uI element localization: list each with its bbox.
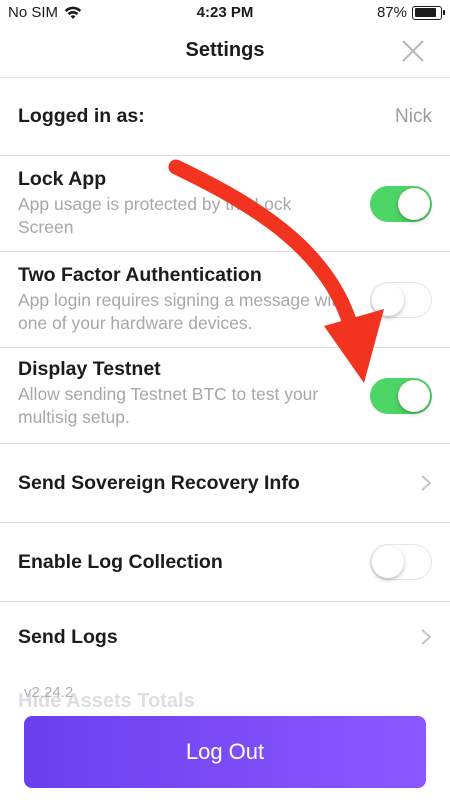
send-logs-label: Send Logs	[18, 625, 118, 648]
status-bar: No SIM 4:23 PM 87%	[0, 0, 450, 26]
battery-icon	[412, 5, 445, 20]
footer: Hide Assets Totals v2.24.2 Log Out	[0, 672, 450, 800]
chevron-right-icon	[421, 475, 432, 491]
display-testnet-toggle[interactable]	[370, 378, 432, 414]
two-factor-label: Two Factor Authentication	[18, 264, 262, 286]
close-icon[interactable]	[400, 38, 426, 64]
app-version: v2.24.2	[24, 684, 74, 701]
sovereign-recovery-label: Send Sovereign Recovery Info	[18, 471, 300, 494]
two-factor-row: Two Factor Authentication App login requ…	[0, 252, 450, 348]
logout-button[interactable]: Log Out	[24, 716, 426, 788]
logged-in-label: Logged in as:	[18, 105, 145, 127]
page-title: Settings	[185, 39, 265, 61]
two-factor-toggle[interactable]	[370, 282, 432, 318]
battery-info: 87%	[376, 4, 445, 21]
display-testnet-row: Display Testnet Allow sending Testnet BT…	[0, 348, 450, 444]
toggle-knob	[398, 188, 430, 220]
sovereign-recovery-row[interactable]: Send Sovereign Recovery Info	[0, 444, 450, 523]
lock-app-row: Lock App App usage is protected by the L…	[0, 156, 450, 252]
logged-in-row: Logged in as: Nick	[0, 78, 450, 156]
display-testnet-description: Allow sending Testnet BTC to test your m…	[18, 384, 319, 427]
toggle-knob	[372, 546, 404, 578]
lock-app-label: Lock App	[18, 168, 107, 190]
two-factor-description: App login requires signing a message wit…	[18, 290, 346, 333]
settings-list: Logged in as: Nick Lock App App usage is…	[0, 78, 450, 672]
logged-in-value: Nick	[395, 105, 432, 127]
log-collection-toggle[interactable]	[370, 544, 432, 580]
battery-fill	[414, 8, 437, 17]
lock-app-toggle[interactable]	[370, 186, 432, 222]
toggle-knob	[372, 284, 404, 316]
toggle-knob	[398, 380, 430, 412]
nav-bar: Settings	[0, 26, 450, 78]
send-logs-row[interactable]: Send Logs	[0, 602, 450, 672]
log-collection-row: Enable Log Collection	[0, 523, 450, 602]
lock-app-description: App usage is protected by the Lock Scree…	[18, 194, 292, 237]
battery-percent: 87%	[376, 4, 407, 21]
log-collection-label: Enable Log Collection	[18, 550, 223, 573]
chevron-right-icon	[421, 629, 432, 645]
display-testnet-label: Display Testnet	[18, 358, 161, 380]
